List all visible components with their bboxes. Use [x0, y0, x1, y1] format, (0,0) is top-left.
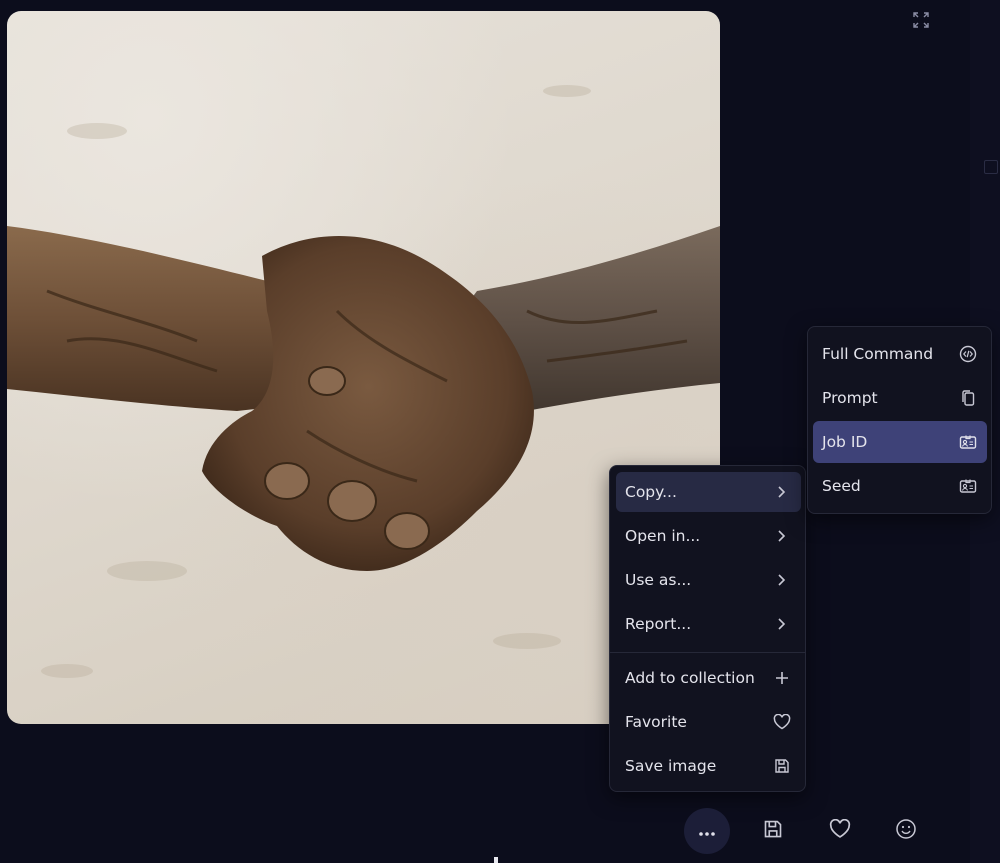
menu-item-use-as[interactable]: Use as...: [616, 560, 801, 600]
heart-icon: [773, 713, 791, 731]
panel-icon: [984, 160, 998, 174]
id-card-icon: [959, 433, 977, 451]
menu-item-report[interactable]: Report...: [616, 604, 801, 644]
menu-item-favorite[interactable]: Favorite: [616, 702, 801, 742]
fullscreen-button[interactable]: [906, 8, 936, 36]
submenu-item-job-id[interactable]: Job ID: [813, 421, 987, 463]
code-icon: [959, 345, 977, 363]
chevron-right-icon: [773, 527, 791, 545]
chevron-right-icon: [773, 571, 791, 589]
chevron-right-icon: [773, 615, 791, 633]
expand-icon: [912, 11, 930, 33]
submenu-item-seed[interactable]: Seed: [813, 465, 987, 507]
more-options-button[interactable]: [684, 808, 730, 854]
id-card-icon: [959, 477, 977, 495]
menu-item-save-image[interactable]: Save image: [616, 746, 801, 786]
submenu-item-full-command[interactable]: Full Command: [813, 333, 987, 375]
copy-icon: [959, 389, 977, 407]
favorite-button[interactable]: [817, 808, 863, 854]
copy-submenu: Full Command Prompt Job ID Seed: [807, 326, 992, 514]
smiley-icon: [895, 818, 917, 844]
emoji-react-button[interactable]: [883, 808, 929, 854]
menu-item-add-to-collection[interactable]: Add to collection: [616, 658, 801, 698]
floppy-disk-icon: [763, 819, 783, 843]
menu-divider: [610, 652, 805, 653]
submenu-item-prompt[interactable]: Prompt: [813, 377, 987, 419]
plus-icon: [773, 669, 791, 687]
ellipsis-icon: [697, 822, 717, 841]
context-menu: Copy... Open in... Use as... Report... A…: [609, 465, 806, 792]
save-button[interactable]: [750, 808, 796, 854]
menu-item-copy[interactable]: Copy...: [616, 472, 801, 512]
menu-item-open-in[interactable]: Open in...: [616, 516, 801, 556]
cursor-mark: [494, 857, 498, 863]
heart-icon: [829, 818, 851, 843]
chevron-right-icon: [773, 483, 791, 501]
floppy-disk-icon: [773, 757, 791, 775]
